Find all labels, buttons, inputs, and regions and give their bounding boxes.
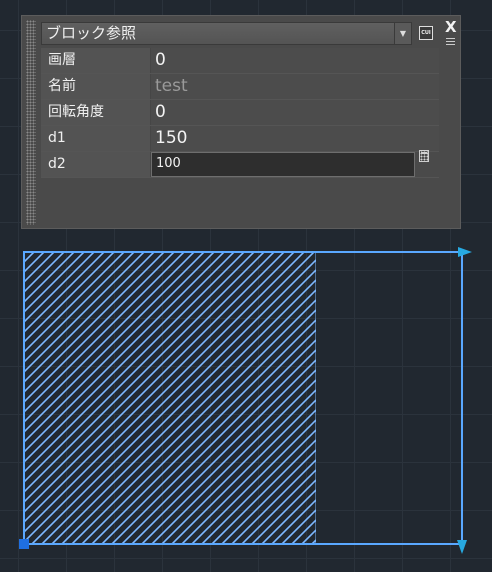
object-type-label: ブロック参照 xyxy=(46,24,137,42)
property-label: 名前 xyxy=(41,74,151,99)
property-value[interactable]: 0 xyxy=(151,48,439,73)
object-type-dropdown[interactable]: ブロック参照 ▼ xyxy=(41,22,412,45)
hatch-line xyxy=(111,338,317,544)
property-row-rotation[interactable]: 回転角度 0 xyxy=(41,100,439,126)
property-value[interactable]: 150 xyxy=(151,126,439,151)
hatch-line xyxy=(211,438,317,544)
hatch-line xyxy=(24,252,25,254)
hatch-line xyxy=(24,252,305,534)
hatch-line xyxy=(24,252,65,294)
palette-grip-handle[interactable] xyxy=(26,20,36,225)
grip-arrow-down[interactable] xyxy=(457,540,467,554)
hatch-line xyxy=(31,258,317,544)
grip-arrow-right[interactable] xyxy=(458,247,472,257)
hatch-line xyxy=(71,298,317,544)
property-label: 回転角度 xyxy=(41,100,151,125)
hatch-line xyxy=(24,252,85,314)
property-row-layer[interactable]: 画層 0 xyxy=(41,48,439,74)
hatch-line xyxy=(191,418,317,544)
calculator-icon[interactable] xyxy=(419,150,429,162)
hatch-line xyxy=(171,398,317,544)
hatch-line xyxy=(131,358,317,544)
hatch-line xyxy=(91,318,317,544)
hatch-line xyxy=(301,528,317,544)
property-list: 画層 0 名前 test 回転角度 0 d1 150 d2 100 xyxy=(41,48,439,178)
cui-icon[interactable]: CUI xyxy=(419,26,433,40)
property-row-d1[interactable]: d1 150 xyxy=(41,126,439,152)
palette-options-icon[interactable] xyxy=(446,36,455,47)
hatch-line xyxy=(141,368,317,544)
hatch-line xyxy=(81,308,317,544)
hatch-pattern[interactable] xyxy=(0,252,492,544)
hatch-line xyxy=(311,538,317,544)
hatch-line xyxy=(322,252,492,544)
hatch-line xyxy=(24,252,145,374)
hatch-line xyxy=(24,252,295,524)
hatch-line xyxy=(161,388,317,544)
hatch-line xyxy=(281,508,317,544)
hatch-line xyxy=(201,428,317,544)
hatch-line xyxy=(41,268,317,544)
property-label: 画層 xyxy=(41,48,151,73)
d2-value-field[interactable]: 100 xyxy=(151,152,415,177)
hatch-line xyxy=(101,328,317,544)
hatch-line xyxy=(121,348,317,544)
property-value[interactable]: 0 xyxy=(151,100,439,125)
properties-palette: ブロック参照 ▼ CUI X 画層 0 名前 test 回転角度 0 d1 15… xyxy=(21,15,461,229)
hatch-line xyxy=(181,408,317,544)
hatch-line xyxy=(61,288,317,544)
hatch-line xyxy=(151,378,317,544)
property-label: d1 xyxy=(41,126,151,151)
chevron-down-icon[interactable]: ▼ xyxy=(394,23,411,44)
hatch-line xyxy=(221,448,317,544)
property-value: test xyxy=(151,74,439,99)
grip-base-point[interactable] xyxy=(19,539,29,549)
property-row-d2[interactable]: d2 100 xyxy=(41,152,439,178)
close-icon[interactable]: X xyxy=(445,18,457,36)
hatch-line xyxy=(51,278,317,544)
hatch-line xyxy=(24,252,315,544)
property-row-name[interactable]: 名前 test xyxy=(41,74,439,100)
property-label: d2 xyxy=(41,152,151,177)
hatch-line xyxy=(24,252,285,514)
